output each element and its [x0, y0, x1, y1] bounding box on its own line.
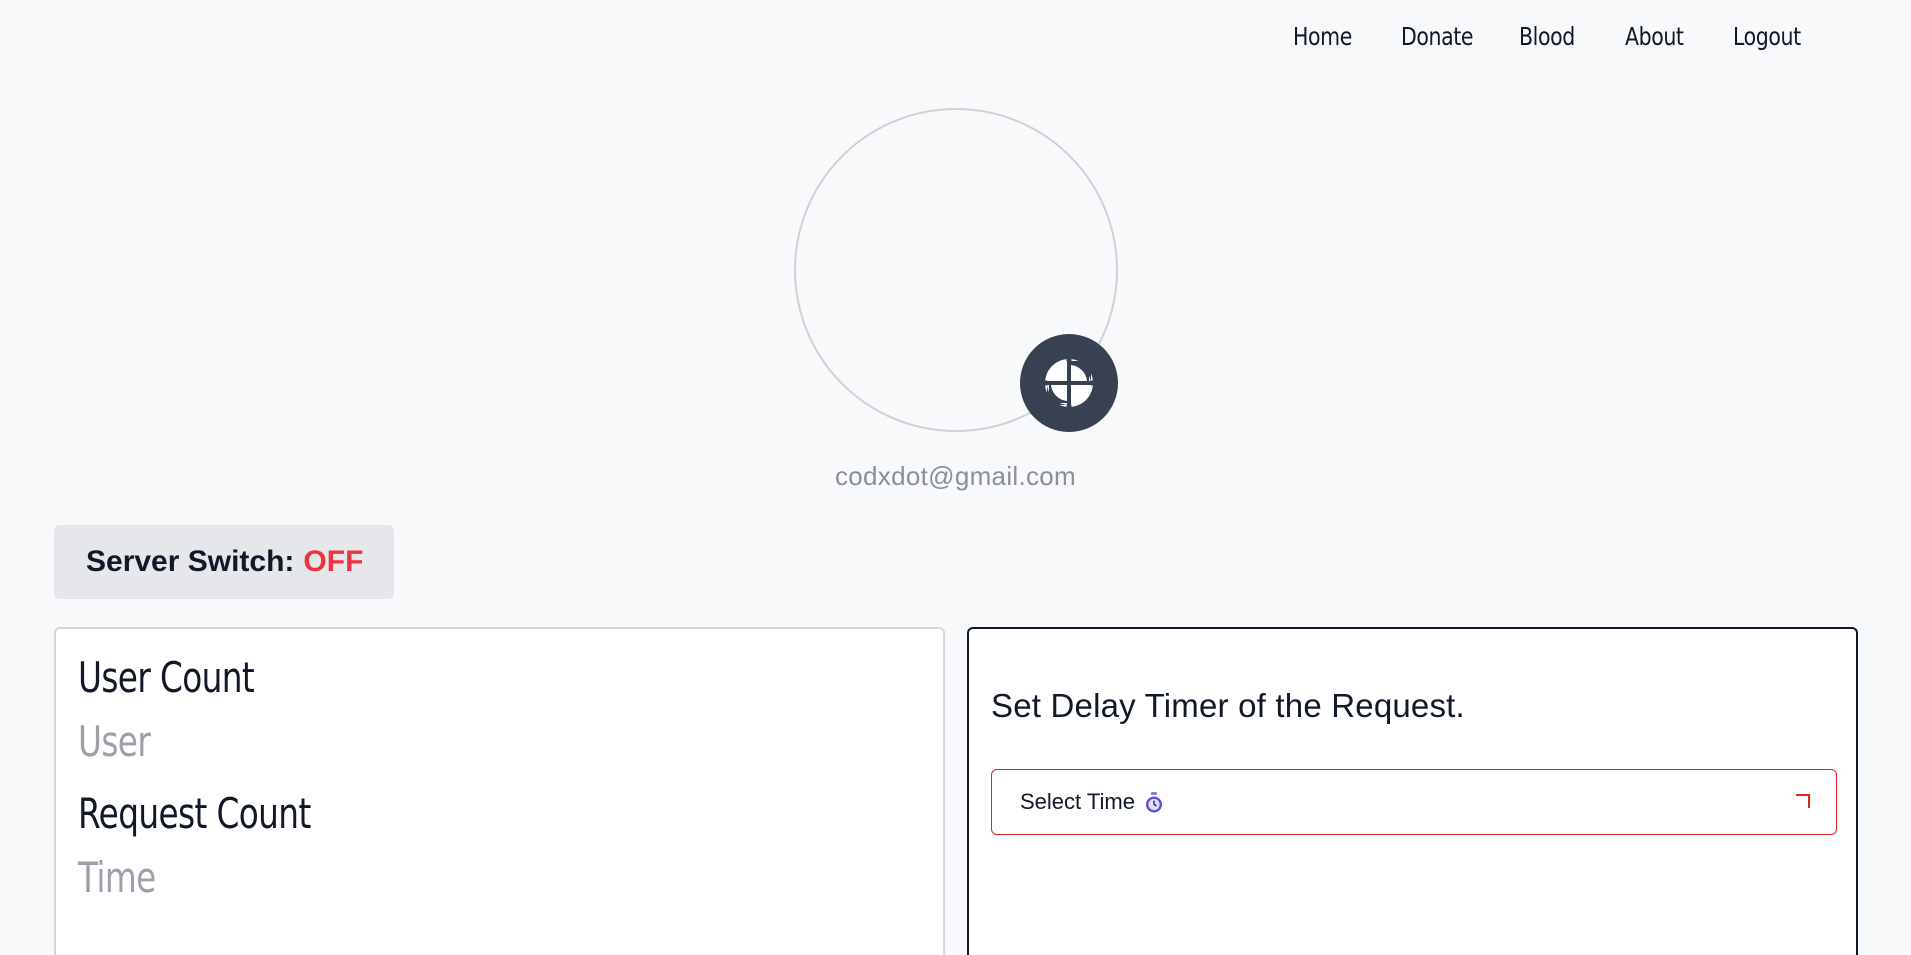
- nav-link-home[interactable]: Home: [1293, 22, 1382, 51]
- delay-timer-card: Set Delay Timer of the Request. Select T…: [967, 627, 1858, 955]
- stopwatch-icon: [1145, 792, 1163, 814]
- select-time-dropdown[interactable]: Select Time: [991, 769, 1837, 835]
- nav-item-about[interactable]: About: [1625, 22, 1733, 51]
- request-count-block: Request Count Time: [78, 793, 943, 899]
- nav-link-donate[interactable]: Donate: [1401, 22, 1498, 51]
- server-switch-label: Server Switch:: [86, 545, 295, 578]
- user-email: codxdot@gmail.com: [834, 461, 1077, 491]
- request-count-value: Time: [78, 853, 156, 902]
- user-count-value: User: [78, 717, 151, 766]
- delay-timer-title: Set Delay Timer of the Request.: [991, 687, 1465, 724]
- user-count-block: User Count User: [78, 657, 943, 763]
- avatar-badge[interactable]: [1020, 334, 1118, 432]
- chevron-down-icon: [1796, 794, 1810, 808]
- nav-link-blood[interactable]: Blood: [1519, 22, 1606, 51]
- page: Home Donate Blood About Logout codxdot@g…: [0, 0, 1911, 955]
- user-count-title: User Count: [78, 653, 255, 702]
- server-switch-button[interactable]: Server Switch: OFF: [54, 525, 394, 599]
- nav-link-about[interactable]: About: [1625, 22, 1714, 51]
- top-nav: Home Donate Blood About Logout: [1293, 22, 1806, 51]
- nav-item-home[interactable]: Home: [1293, 22, 1401, 51]
- select-time-label: Select Time: [1020, 789, 1135, 814]
- stats-card: User Count User Request Count Time: [54, 627, 945, 955]
- nav-link-logout[interactable]: Logout: [1733, 22, 1801, 51]
- request-count-title: Request Count: [78, 789, 311, 838]
- nav-item-blood[interactable]: Blood: [1519, 22, 1625, 51]
- pinwheel-logo-icon: [1043, 357, 1095, 409]
- nav-item-donate[interactable]: Donate: [1401, 22, 1519, 51]
- server-switch-state: OFF: [303, 545, 364, 578]
- nav-item-logout[interactable]: Logout: [1733, 22, 1806, 51]
